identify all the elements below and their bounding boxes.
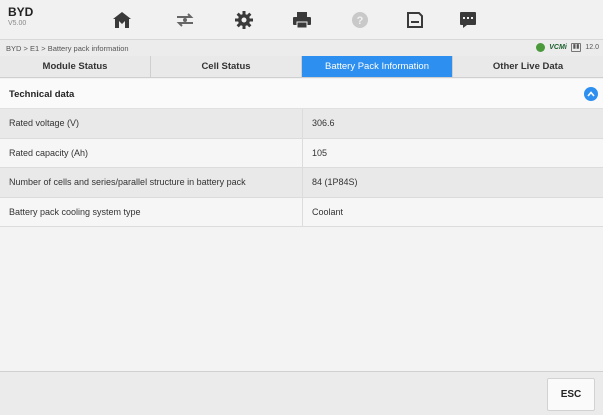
row-value: 306.6 [312,118,335,128]
row-name: Rated voltage (V) [0,109,303,138]
content-empty-area [0,227,603,371]
table-row: Battery pack cooling system type Coolant [0,197,603,227]
app-version: V5.00 [8,20,27,27]
tab-other-live-data[interactable]: Other Live Data [453,56,603,77]
top-toolbar: BYD V5.00 ? [0,0,603,40]
vcm-label: VCMi [549,44,567,51]
row-value: 105 [312,147,328,158]
printer-icon[interactable] [280,6,324,34]
esc-button[interactable]: ESC [547,378,595,411]
svg-text:?: ? [357,15,364,27]
table-row: Number of cells and series/parallel stru… [0,168,603,198]
battery-icon: ▮▮ [570,43,582,52]
section-title: Technical data [9,89,75,100]
message-icon[interactable] [446,6,490,34]
app-name: BYD [8,5,34,19]
chevron-up-icon [587,91,595,97]
row-name: Rated capacity (Ah) [0,138,303,167]
row-value: 84 (1P84S) [312,177,358,187]
connection-indicator-icon [536,43,546,52]
help-icon[interactable]: ? [338,6,382,34]
row-name: Battery pack cooling system type [0,197,303,226]
app-brand: BYD V5.00 [8,6,33,28]
collapse-button[interactable] [584,87,598,101]
table-row: Rated capacity (Ah) 105 [0,138,603,168]
tab-bar: Module Status Cell Status Battery Pack I… [0,56,603,78]
tab-module-status[interactable]: Module Status [0,56,151,77]
gear-icon[interactable] [222,6,266,34]
section-header: Technical data [0,79,603,109]
row-value: Coolant [312,206,344,217]
tab-cell-status[interactable]: Cell Status [151,56,302,77]
bottom-bar: ESC [0,371,603,415]
table-row: Rated voltage (V) 306.6 [0,109,603,139]
vehicle-swap-icon[interactable] [163,6,207,34]
technical-data-table: Rated voltage (V) 306.6 Rated capacity (… [0,109,603,227]
battery-readout: 12.0 [585,44,599,51]
breadcrumb-bar: BYD > E1 > Battery pack information VCMi… [0,40,603,56]
home-icon[interactable] [100,6,144,34]
connection-status: VCMi ▮▮ 12.0 [536,43,599,52]
row-name: Number of cells and series/parallel stru… [0,168,303,197]
save-icon[interactable] [393,6,437,34]
tab-battery-pack-information[interactable]: Battery Pack Information [302,56,453,77]
breadcrumb: BYD > E1 > Battery pack information [6,44,129,53]
